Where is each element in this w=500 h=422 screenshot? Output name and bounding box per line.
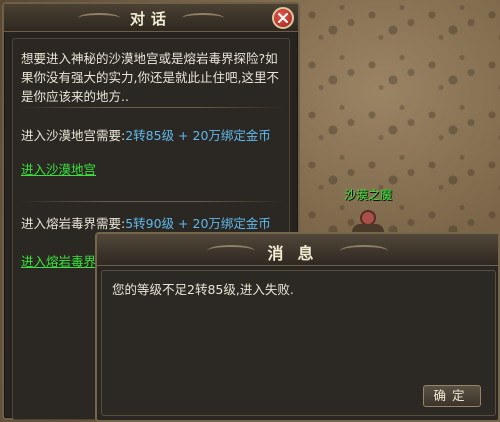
requirement-value: 2转85级 + 20万绑定金币 [125,128,271,143]
requirement-label: 进入沙漠地宫需要: [21,128,126,143]
requirement-value: 5转90级 + 20万绑定金币 [125,216,271,231]
divider [17,201,287,202]
enter-lava-realm-link[interactable]: 进入熔岩毒界 [21,251,96,270]
confirm-button[interactable]: 确定 [423,385,481,407]
message-body: 您的等级不足2转85级,进入失败. 确定 [101,270,496,416]
message-box: 消息 您的等级不足2转85级,进入失败. 确定 [95,232,500,422]
dialog-title: 对话 [129,10,172,28]
requirement-label: 进入熔岩毒界需要: [21,216,126,231]
message-header: 消息 [97,234,498,266]
requirement-desert-palace: 进入沙漠地宫需要:2转85级 + 20万绑定金币 [21,125,271,144]
message-text: 您的等级不足2转85级,进入失败. [112,282,294,297]
close-button[interactable] [272,7,294,29]
divider [17,107,287,108]
message-title: 消息 [267,244,328,263]
dialog-intro-text: 想要进入神秘的沙漠地宫或是熔岩毒界探险?如果你没有强大的实力,你还是就此止住吧,… [21,51,279,104]
enter-desert-palace-link[interactable]: 进入沙漠地宫 [21,159,96,178]
npc-name-label: 沙漠之魔 [344,188,393,202]
dialog-header: 对话 [4,4,298,32]
requirement-lava-realm: 进入熔岩毒界需要:5转90级 + 20万绑定金币 [21,213,271,232]
close-icon [278,13,288,23]
